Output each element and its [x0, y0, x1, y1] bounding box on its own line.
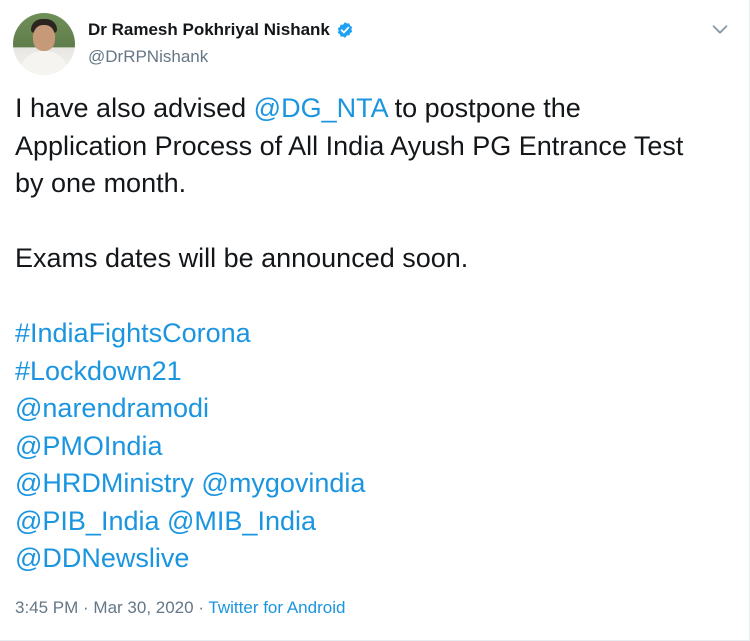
- mention-line: @PMOIndia: [15, 428, 730, 466]
- tweet-text-segment: I have also advised: [15, 93, 254, 123]
- tweet-line: Exams dates will be announced soon.: [15, 243, 469, 273]
- tweet-line: Application Process of All India Ayush P…: [15, 130, 684, 161]
- tweet-date[interactable]: Mar 30, 2020: [93, 598, 193, 617]
- tweet-text: I have also advised @DG_NTA to postpone …: [15, 90, 730, 578]
- chevron-down-icon[interactable]: [709, 18, 731, 40]
- mention-line: @narendramodi: [15, 390, 730, 428]
- tweet-text-segment: to postpone the: [387, 93, 581, 123]
- author-name-row: Dr Ramesh Pokhriyal Nishank: [88, 20, 354, 40]
- mention-line: @PIB_India @MIB_India: [15, 503, 730, 541]
- meta-separator: ·: [78, 598, 94, 617]
- mention-link[interactable]: @narendramodi: [15, 393, 209, 423]
- tweet-meta: 3:45 PM · Mar 30, 2020 · Twitter for And…: [15, 598, 345, 618]
- mention-line: @DDNewslive: [15, 540, 730, 578]
- mention-link[interactable]: @PMOIndia: [15, 431, 162, 461]
- mention-line: @HRDMinistry @mygovindia: [15, 465, 730, 503]
- mention-link[interactable]: @HRDMinistry: [15, 468, 194, 498]
- hashtag-line: #Lockdown21: [15, 353, 730, 391]
- hashtag-link[interactable]: #Lockdown21: [15, 356, 182, 386]
- meta-separator: ·: [193, 598, 209, 617]
- tweet-line: by one month.: [15, 168, 187, 198]
- avatar-shirt: [19, 51, 69, 75]
- tweet-source-link[interactable]: Twitter for Android: [208, 598, 345, 617]
- tweet-card: Dr Ramesh Pokhriyal Nishank @DrRPNishank…: [0, 0, 750, 641]
- author-handle[interactable]: @DrRPNishank: [88, 47, 208, 67]
- mention-link[interactable]: @MIB_India: [167, 506, 316, 536]
- verified-badge-icon: [337, 22, 352, 38]
- mention-link[interactable]: @DG_NTA: [254, 93, 387, 123]
- mention-link[interactable]: @PIB_India: [15, 506, 160, 536]
- mention-link[interactable]: @DDNewslive: [15, 543, 189, 573]
- hashtag-line: #IndiaFightsCorona: [15, 315, 730, 353]
- tweet-line: I have also advised @DG_NTA to postpone …: [15, 90, 730, 128]
- author-display-name[interactable]: Dr Ramesh Pokhriyal Nishank: [88, 20, 330, 40]
- mention-link[interactable]: @mygovindia: [201, 468, 365, 498]
- avatar-face: [33, 25, 55, 51]
- avatar[interactable]: [13, 13, 75, 75]
- hashtag-link[interactable]: #IndiaFightsCorona: [15, 318, 251, 348]
- tweet-time[interactable]: 3:45 PM: [15, 598, 78, 617]
